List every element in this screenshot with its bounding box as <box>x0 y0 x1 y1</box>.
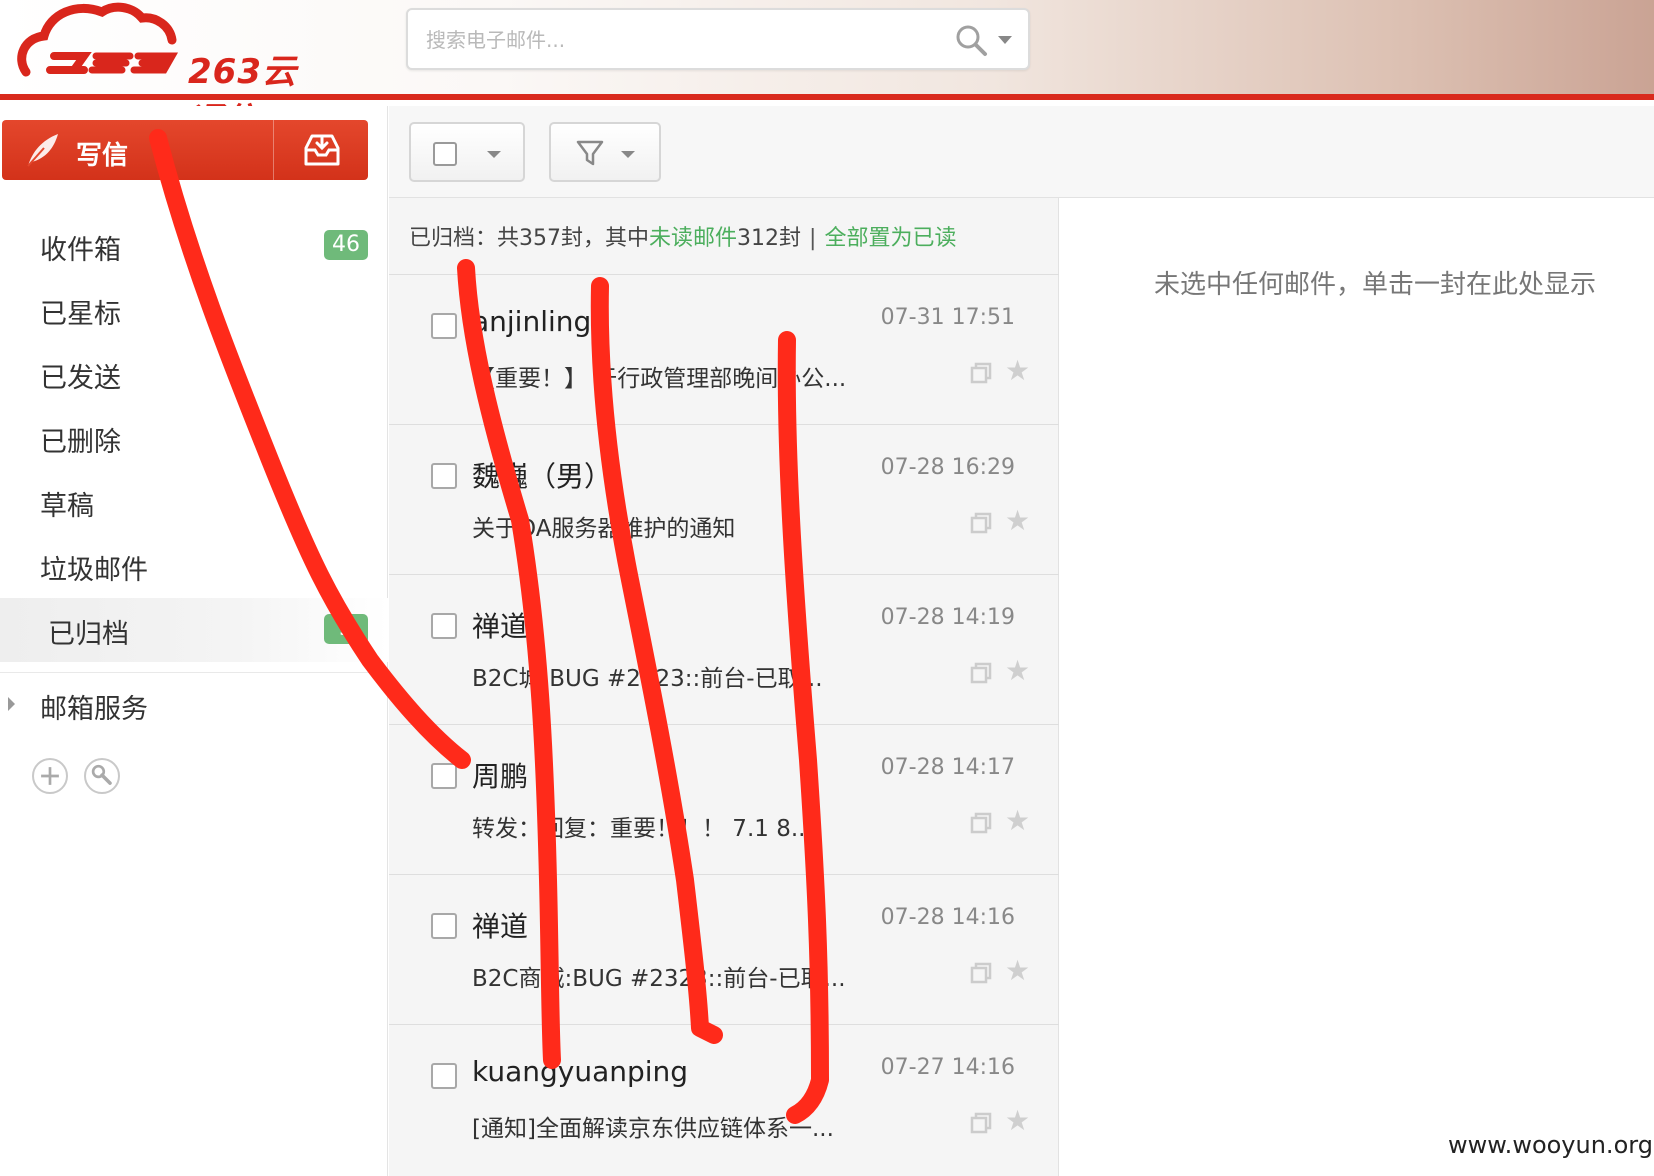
mail-time: 07-28 14:19 <box>880 605 1015 630</box>
mail-checkbox[interactable] <box>431 463 457 489</box>
wrench-icon[interactable] <box>84 758 120 794</box>
mail-list-panel: 已归档：共357封，其中未读邮件312封 | 全部置为已读 anjinling 07… <box>389 198 1059 1176</box>
compose-bar: 写信 <box>2 120 368 180</box>
list-toolbar <box>389 106 1654 198</box>
reading-pane: 未选中任何邮件，单击一封在此处显示 <box>1060 198 1654 1176</box>
folder-sent[interactable]: 已发送 <box>0 342 388 406</box>
mail-subject: [通知]全面解读京东供应链体系一... <box>472 1116 834 1142</box>
mail-time: 07-28 16:29 <box>880 455 1015 480</box>
mail-checkbox[interactable] <box>431 313 457 339</box>
unread-badge: 46 <box>324 230 368 260</box>
empty-selection-hint: 未选中任何邮件，单击一封在此处显示 <box>1154 270 1597 300</box>
compose-label: 写信 <box>76 141 129 171</box>
mail-row[interactable]: anjinling 07-31 17:51 【重要！】 于行政管理部晚间办公..… <box>389 274 1059 424</box>
mail-sender: 禅道 <box>472 910 529 943</box>
folder-starred[interactable]: 已星标 <box>0 278 388 342</box>
folder-label: 收件箱 <box>40 235 121 266</box>
folder-label: 已发送 <box>40 363 121 394</box>
select-all-checkbox[interactable] <box>433 142 457 166</box>
summary-prefix: 已归档：共357封，其中 <box>409 226 649 251</box>
mail-row[interactable]: 禅道 07-28 14:19 B2C城:BUG #2323::前台-已取... … <box>389 574 1059 724</box>
mail-row[interactable]: 禅道 07-28 14:16 B2C商城:BUG #2323::前台-已取...… <box>389 874 1059 1024</box>
mail-subject: B2C商城:BUG #2323::前台-已取... <box>472 966 846 992</box>
filter-icon <box>576 140 604 166</box>
sidebar: 写信 收件箱 46 已星标 已发送 已删除 草稿 垃圾邮件 已归档 3 邮箱服务 <box>0 106 388 1176</box>
mail-checkbox[interactable] <box>431 913 457 939</box>
mail-time: 07-28 14:16 <box>880 905 1015 930</box>
chevron-down-icon <box>487 151 501 158</box>
star-icon[interactable]: ★ <box>1005 507 1030 535</box>
folder-list: 收件箱 46 已星标 已发送 已删除 草稿 垃圾邮件 已归档 3 <box>0 214 388 662</box>
mail-row[interactable]: 周鹏 07-28 14:17 转发：回复：重要！！！ 7.1 8.... ★ <box>389 724 1059 874</box>
chevron-down-icon <box>621 151 635 158</box>
mail-subject: 转发：回复：重要！！！ 7.1 8.... <box>472 816 821 842</box>
star-icon[interactable]: ★ <box>1005 657 1030 685</box>
mail-sender: 禅道 <box>472 610 529 643</box>
folder-spam[interactable]: 垃圾邮件 <box>0 534 388 598</box>
folder-inbox[interactable]: 收件箱 46 <box>0 214 388 278</box>
search-input[interactable] <box>426 22 906 58</box>
select-all-button[interactable] <box>409 122 525 182</box>
watermark: www.wooyun.org <box>1448 1131 1653 1159</box>
star-icon[interactable]: ★ <box>1005 957 1030 985</box>
mail-checkbox[interactable] <box>431 613 457 639</box>
brand-logo[interactable]: 263云通信 <box>14 0 304 141</box>
expand-arrow-icon <box>8 697 15 711</box>
mail-row[interactable]: kuangyuanping 07-27 14:16 [通知]全面解读京东供应链体… <box>389 1024 1059 1174</box>
search-icon[interactable] <box>952 22 992 58</box>
mail-time: 07-27 14:16 <box>880 1055 1015 1080</box>
mail-sender: 周鹏 <box>472 760 529 793</box>
mail-list: anjinling 07-31 17:51 【重要！】 于行政管理部晚间办公..… <box>389 274 1059 1174</box>
mail-services-toggle[interactable]: 邮箱服务 <box>0 672 388 732</box>
folder-drafts[interactable]: 草稿 <box>0 470 388 534</box>
copy-icon[interactable] <box>969 811 993 835</box>
folder-label: 已星标 <box>40 299 121 330</box>
folder-label: 已归档 <box>48 619 129 650</box>
folder-summary: 已归档：共357封，其中未读邮件312封 | 全部置为已读 <box>409 220 956 252</box>
search-dropdown-icon[interactable] <box>998 36 1012 44</box>
mail-subject: B2C城:BUG #2323::前台-已取... <box>472 666 823 692</box>
star-icon[interactable]: ★ <box>1005 357 1030 385</box>
compose-button[interactable]: 写信 <box>2 120 274 180</box>
mail-sender: kuangyuanping <box>472 1055 689 1088</box>
folder-label: 草稿 <box>40 491 94 522</box>
mail-sender: 魏巍（男） <box>472 460 613 493</box>
mail-time: 07-28 14:17 <box>880 755 1015 780</box>
unread-badge: 3 <box>324 614 368 644</box>
mail-subject: 【重要！】 于行政管理部晚间办公... <box>472 366 847 392</box>
folder-deleted[interactable]: 已删除 <box>0 406 388 470</box>
mark-all-read-link[interactable]: 全部置为已读 <box>824 226 956 251</box>
services-label: 邮箱服务 <box>40 694 148 725</box>
mail-sender: anjinling <box>472 305 592 338</box>
mail-row[interactable]: 魏巍（男） 07-28 16:29 关于OA服务器维护的通知 ★ <box>389 424 1059 574</box>
mail-checkbox[interactable] <box>431 1063 457 1089</box>
search-box <box>406 8 1030 70</box>
folder-label: 垃圾邮件 <box>40 555 148 586</box>
add-folder-icon[interactable] <box>32 758 68 794</box>
mail-time: 07-31 17:51 <box>880 305 1015 330</box>
filter-button[interactable] <box>549 122 661 182</box>
top-header: 263云通信 <box>0 0 1654 141</box>
quill-icon <box>27 134 58 167</box>
unread-filter-link[interactable]: 未读邮件 <box>649 226 737 251</box>
star-icon[interactable]: ★ <box>1005 807 1030 835</box>
star-icon[interactable]: ★ <box>1005 1107 1030 1135</box>
copy-icon[interactable] <box>969 961 993 985</box>
copy-icon[interactable] <box>969 1111 993 1135</box>
copy-icon[interactable] <box>969 511 993 535</box>
mail-subject: 关于OA服务器维护的通知 <box>472 516 736 542</box>
mail-checkbox[interactable] <box>431 763 457 789</box>
folder-label: 已删除 <box>40 427 121 458</box>
copy-icon[interactable] <box>969 361 993 385</box>
receive-mail-icon[interactable] <box>302 132 342 168</box>
copy-icon[interactable] <box>969 661 993 685</box>
unread-count: 312封 <box>737 226 802 251</box>
summary-separator: | <box>809 226 817 251</box>
folder-archived[interactable]: 已归档 3 <box>0 598 388 662</box>
